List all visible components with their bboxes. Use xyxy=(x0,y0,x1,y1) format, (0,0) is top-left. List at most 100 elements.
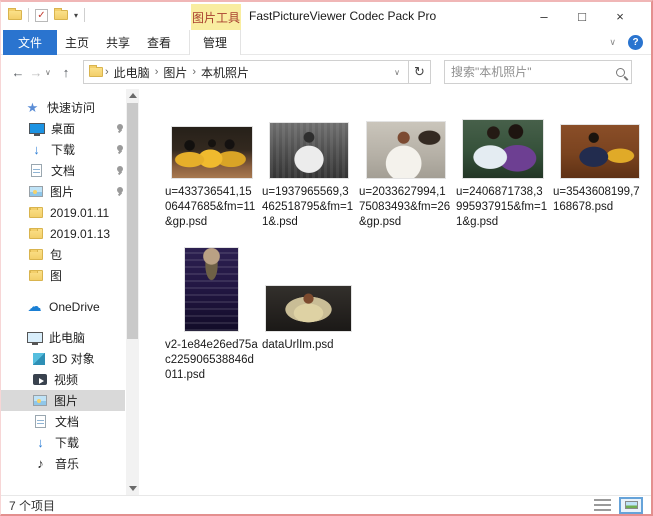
file-item[interactable]: u=2033627994,175083493&fm=26&gp.psd xyxy=(357,107,454,230)
divider xyxy=(28,8,29,22)
folder-icon xyxy=(29,249,43,260)
folder-icon[interactable] xyxy=(54,10,68,20)
close-button[interactable]: × xyxy=(601,4,639,28)
address-dropdown-icon[interactable]: ∨ xyxy=(391,68,403,77)
sidebar-item-3d-objects[interactable]: 3D 对象 xyxy=(1,348,125,369)
sidebar-item-tu[interactable]: 图 xyxy=(1,265,125,286)
sidebar-item-desktop[interactable]: 桌面 xyxy=(1,118,125,139)
thumbnail-view-icon[interactable] xyxy=(619,497,643,514)
scroll-up-icon[interactable] xyxy=(129,93,137,98)
sidebar-item-downloads-pc[interactable]: ↓ 下载 xyxy=(1,432,125,453)
forward-icon[interactable]: → xyxy=(27,65,45,80)
quick-access-toolbar: ✓ ▾ xyxy=(8,8,85,22)
cube-icon xyxy=(33,353,45,365)
scroll-down-icon[interactable] xyxy=(129,486,137,491)
items-count: 7 个项目 xyxy=(9,497,55,514)
sidebar-item-pictures[interactable]: 图片 xyxy=(1,181,125,202)
up-icon[interactable]: ↑ xyxy=(57,65,75,80)
sidebar-item-label: 2019.01.13 xyxy=(50,227,110,241)
details-view-icon[interactable] xyxy=(594,499,611,511)
spacer xyxy=(1,286,141,296)
file-item[interactable]: v2-1e84e26ed75ac225906538846d011.psd xyxy=(163,244,260,383)
refresh-button[interactable]: ↻ xyxy=(409,60,431,84)
tab-file[interactable]: 文件 xyxy=(3,30,57,55)
sidebar-item-label: 图 xyxy=(50,267,62,284)
qat-caret-icon[interactable]: ▾ xyxy=(74,11,78,20)
download-icon: ↓ xyxy=(29,143,44,157)
folder-icon xyxy=(29,228,43,239)
sidebar-item-this-pc[interactable]: 此电脑 xyxy=(1,327,125,348)
sidebar-item-2019-01-13[interactable]: 2019.01.13 xyxy=(1,223,125,244)
file-item[interactable]: u=3543608199,7168678.psd xyxy=(551,107,648,230)
sidebar-item-bao[interactable]: 包 xyxy=(1,244,125,265)
file-name: u=1937965569,3462518795&fm=11&.psd xyxy=(262,185,355,230)
computer-icon xyxy=(27,331,42,345)
address-bar[interactable]: › 此电脑 › 图片 › 本机照片 ∨ xyxy=(83,60,409,84)
picture-tools-label: 图片工具 xyxy=(191,4,241,30)
file-thumbnail[interactable] xyxy=(366,121,446,179)
file-name: dataUrlIm.psd xyxy=(262,338,355,353)
sidebar-item-quick-access[interactable]: ★ 快速访问 xyxy=(1,97,125,118)
breadcrumb-this-pc[interactable]: 此电脑 xyxy=(111,64,153,81)
sidebar-item-label: 音乐 xyxy=(55,455,79,472)
file-item[interactable]: u=1937965569,3462518795&fm=11&.psd xyxy=(260,107,357,230)
main-area: ★ 快速访问 桌面 ↓ 下载 文档 图片 xyxy=(1,89,651,495)
file-thumbnail[interactable] xyxy=(269,122,349,179)
sidebar-item-label: 下载 xyxy=(51,141,75,158)
sidebar-item-documents-pc[interactable]: 文档 xyxy=(1,411,125,432)
sidebar-item-videos[interactable]: 视频 xyxy=(1,369,125,390)
cloud-icon: ☁ xyxy=(27,300,42,314)
file-row-1: u=433736541,1506447685&fm=11&gp.psd u=19… xyxy=(163,107,651,230)
search-icon[interactable] xyxy=(616,68,625,77)
file-thumbnail[interactable] xyxy=(560,124,640,179)
file-thumbnail[interactable] xyxy=(171,126,253,179)
breadcrumb-pictures[interactable]: 图片 xyxy=(160,64,190,81)
tab-manage[interactable]: 管理 xyxy=(189,30,241,55)
sidebar-scrollbar[interactable] xyxy=(126,89,139,495)
sidebar-item-label: 视频 xyxy=(54,371,78,388)
sidebar-item-music[interactable]: ♪ 音乐 xyxy=(1,453,125,474)
sidebar-item-label: 此电脑 xyxy=(49,329,85,346)
file-item[interactable]: u=433736541,1506447685&fm=11&gp.psd xyxy=(163,107,260,230)
file-name: v2-1e84e26ed75ac225906538846d011.psd xyxy=(165,338,258,383)
tab-view[interactable]: 查看 xyxy=(138,30,180,55)
breadcrumb-local-photos[interactable]: 本机照片 xyxy=(198,64,252,81)
sidebar-item-downloads[interactable]: ↓ 下载 xyxy=(1,139,125,160)
file-thumbnail[interactable] xyxy=(184,247,239,332)
ribbon-right-controls: ∨ ? xyxy=(609,30,643,55)
file-thumbnail[interactable] xyxy=(462,119,544,179)
sidebar-item-onedrive[interactable]: ☁ OneDrive xyxy=(1,296,125,317)
search-input[interactable] xyxy=(451,65,616,79)
view-toggles xyxy=(594,497,643,514)
maximize-button[interactable]: □ xyxy=(563,4,601,28)
sidebar-item-pictures-selected[interactable]: 图片 xyxy=(1,390,125,411)
help-icon[interactable]: ? xyxy=(628,35,643,50)
sidebar-item-documents[interactable]: 文档 xyxy=(1,160,125,181)
scrollbar-thumb[interactable] xyxy=(127,103,138,339)
ribbon-collapse-icon[interactable]: ∨ xyxy=(609,37,616,48)
sidebar-item-label: 包 xyxy=(50,246,62,263)
file-name: u=433736541,1506447685&fm=11&gp.psd xyxy=(165,185,258,230)
sidebar-item-label: 快速访问 xyxy=(47,99,95,116)
file-name: u=2406871738,3995937915&fm=11&g.psd xyxy=(456,185,549,230)
document-icon xyxy=(31,164,42,177)
minimize-button[interactable]: – xyxy=(525,4,563,28)
sidebar-item-2019-01-11[interactable]: 2019.01.11 xyxy=(1,202,125,223)
folder-icon xyxy=(29,270,43,281)
window-controls: – □ × xyxy=(525,4,639,28)
file-thumbnail[interactable] xyxy=(265,285,352,332)
crumb-separator: › xyxy=(103,66,111,78)
tab-share[interactable]: 共享 xyxy=(97,30,139,55)
file-item[interactable]: dataUrlIm.psd xyxy=(260,244,357,383)
tab-home[interactable]: 主页 xyxy=(56,30,98,55)
recent-locations-icon[interactable]: ∨ xyxy=(45,68,57,77)
explorer-window: ✓ ▾ 图片工具 FastPictureViewer Codec Pack Pr… xyxy=(0,0,653,516)
file-row-2: v2-1e84e26ed75ac225906538846d011.psd dat… xyxy=(163,244,651,383)
crumb-separator: › xyxy=(153,66,161,78)
file-item[interactable]: u=2406871738,3995937915&fm=11&g.psd xyxy=(454,107,551,230)
checkbox-icon[interactable]: ✓ xyxy=(35,9,48,22)
back-icon[interactable]: ← xyxy=(9,65,27,80)
search-box[interactable] xyxy=(444,60,632,84)
divider xyxy=(84,8,85,22)
download-icon: ↓ xyxy=(33,436,48,450)
